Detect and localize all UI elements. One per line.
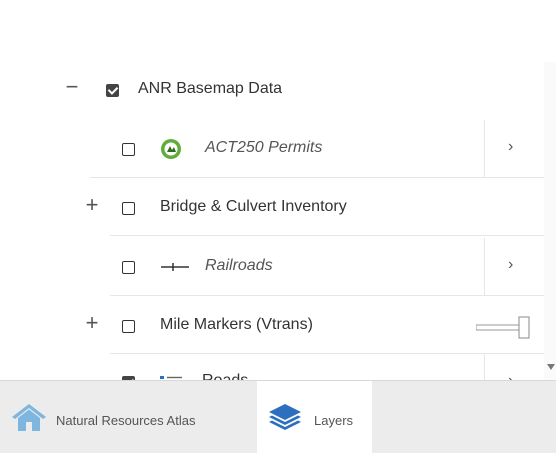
layer-row-bridge-culvert: + Bridge & Culvert Inventory	[0, 178, 544, 236]
expand-toggle[interactable]: +	[83, 194, 101, 216]
home-icon	[10, 402, 48, 437]
scroll-down-arrow-icon[interactable]	[547, 364, 555, 370]
layer-label-act250: ACT250 Permits	[205, 139, 323, 156]
layer-row-act250: ACT250 Permits ›	[0, 120, 544, 178]
tab-label-natural-resources-atlas: Natural Resources Atlas	[56, 413, 196, 428]
checkbox-anr-basemap[interactable]	[106, 84, 119, 97]
bottom-tab-bar: Natural Resources Atlas Layers	[0, 380, 556, 453]
act250-permit-icon	[160, 138, 182, 165]
opacity-slider[interactable]	[475, 315, 532, 346]
checkbox-mile-markers[interactable]	[122, 320, 135, 333]
chevron-right-icon[interactable]: ›	[508, 256, 513, 274]
layer-row-anr-basemap: − ANR Basemap Data	[0, 62, 544, 120]
expand-toggle[interactable]: +	[83, 312, 101, 334]
railroad-line-icon	[160, 260, 190, 279]
collapse-toggle[interactable]: −	[63, 76, 81, 98]
layer-label-mile-markers: Mile Markers (Vtrans)	[160, 316, 313, 333]
layer-row-mile-markers: + Mile Markers (Vtrans)	[0, 296, 544, 354]
scrollbar[interactable]	[544, 62, 556, 380]
chevron-right-icon[interactable]: ›	[508, 138, 513, 156]
layer-list-panel: − ANR Basemap Data ACT250 Permits › + Br…	[0, 0, 556, 453]
layer-row-railroads: Railroads ›	[0, 238, 544, 296]
layer-label-anr-basemap: ANR Basemap Data	[138, 80, 283, 97]
layer-label-bridge-culvert: Bridge & Culvert Inventory	[160, 198, 347, 215]
checkbox-railroads[interactable]	[122, 261, 135, 274]
checkbox-act250[interactable]	[122, 143, 135, 156]
layers-icon	[267, 402, 303, 437]
tab-layers[interactable]: Layers	[257, 381, 372, 453]
tab-label-layers: Layers	[314, 413, 354, 428]
layer-label-railroads: Railroads	[205, 257, 273, 274]
tab-natural-resources-atlas[interactable]: Natural Resources Atlas	[0, 381, 252, 453]
checkbox-bridge-culvert[interactable]	[122, 202, 135, 215]
